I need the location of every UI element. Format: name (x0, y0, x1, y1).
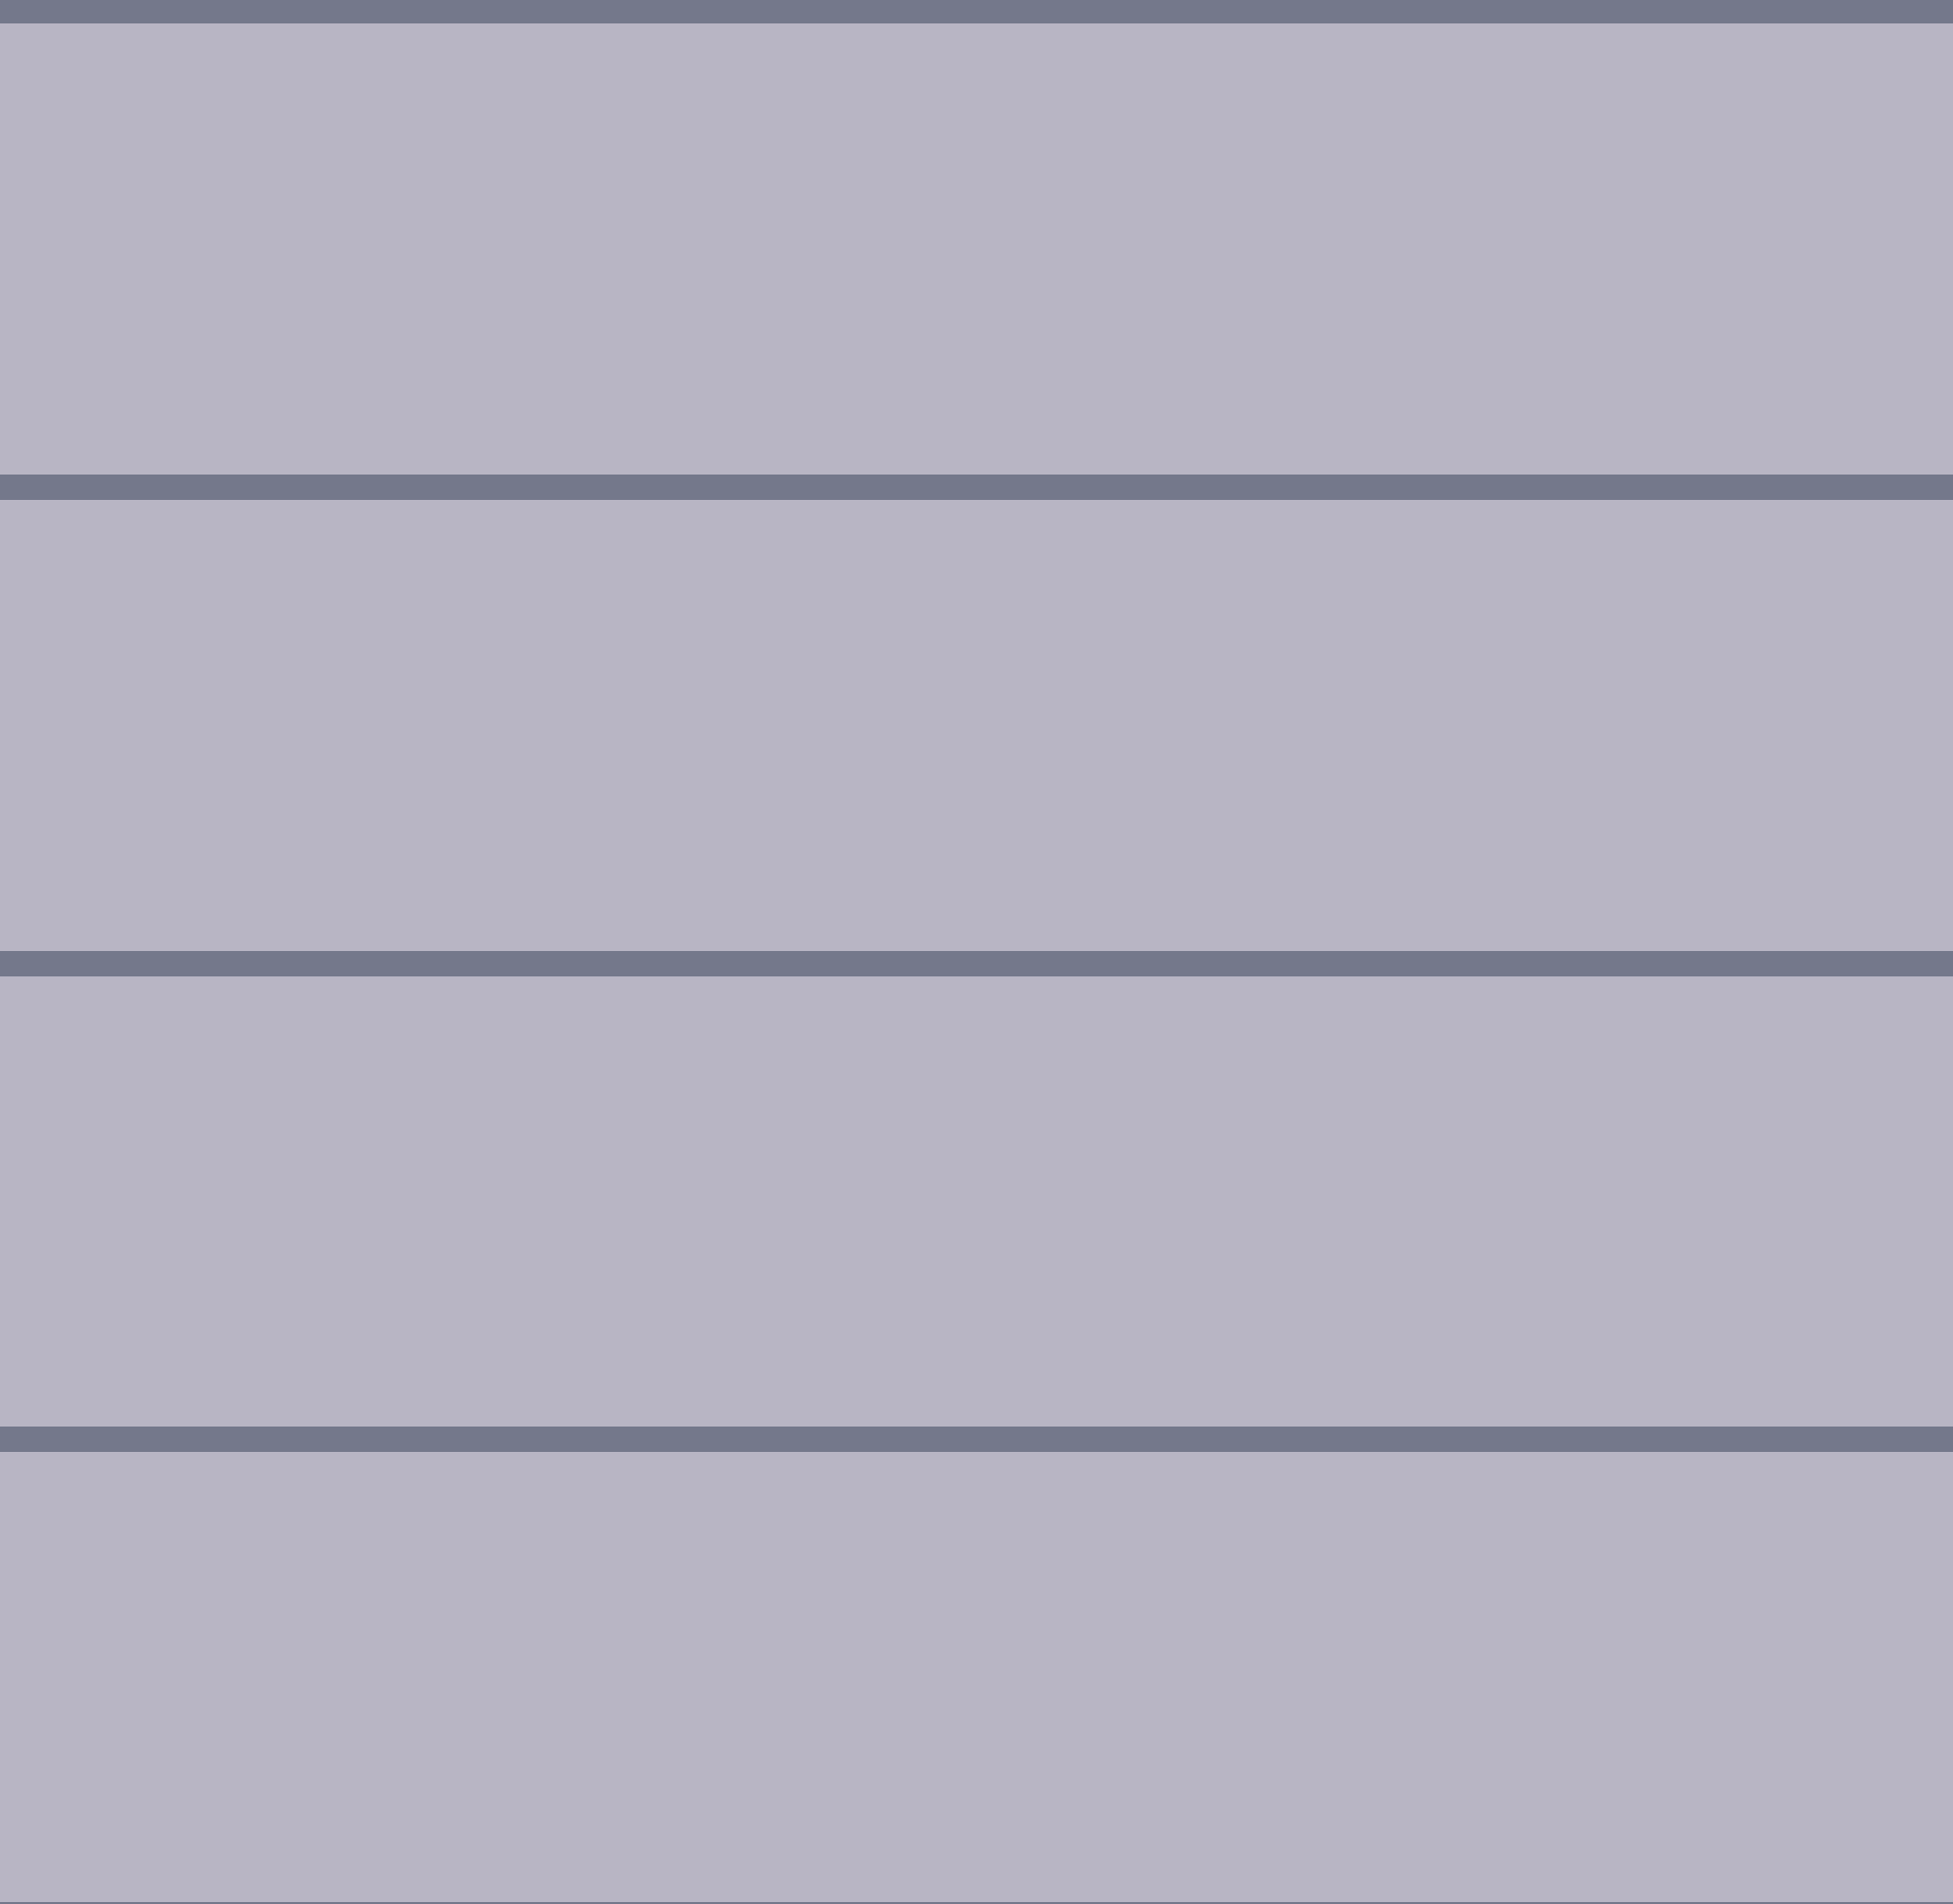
panel-4 (0, 1452, 1953, 1902)
app-canvas (0, 0, 1953, 1904)
panel-2 (0, 500, 1953, 951)
divider-1 (0, 475, 1953, 500)
top-divider (0, 0, 1953, 23)
divider-2 (0, 951, 1953, 976)
panel-3 (0, 976, 1953, 1427)
divider-3 (0, 1427, 1953, 1452)
panel-1 (0, 23, 1953, 475)
